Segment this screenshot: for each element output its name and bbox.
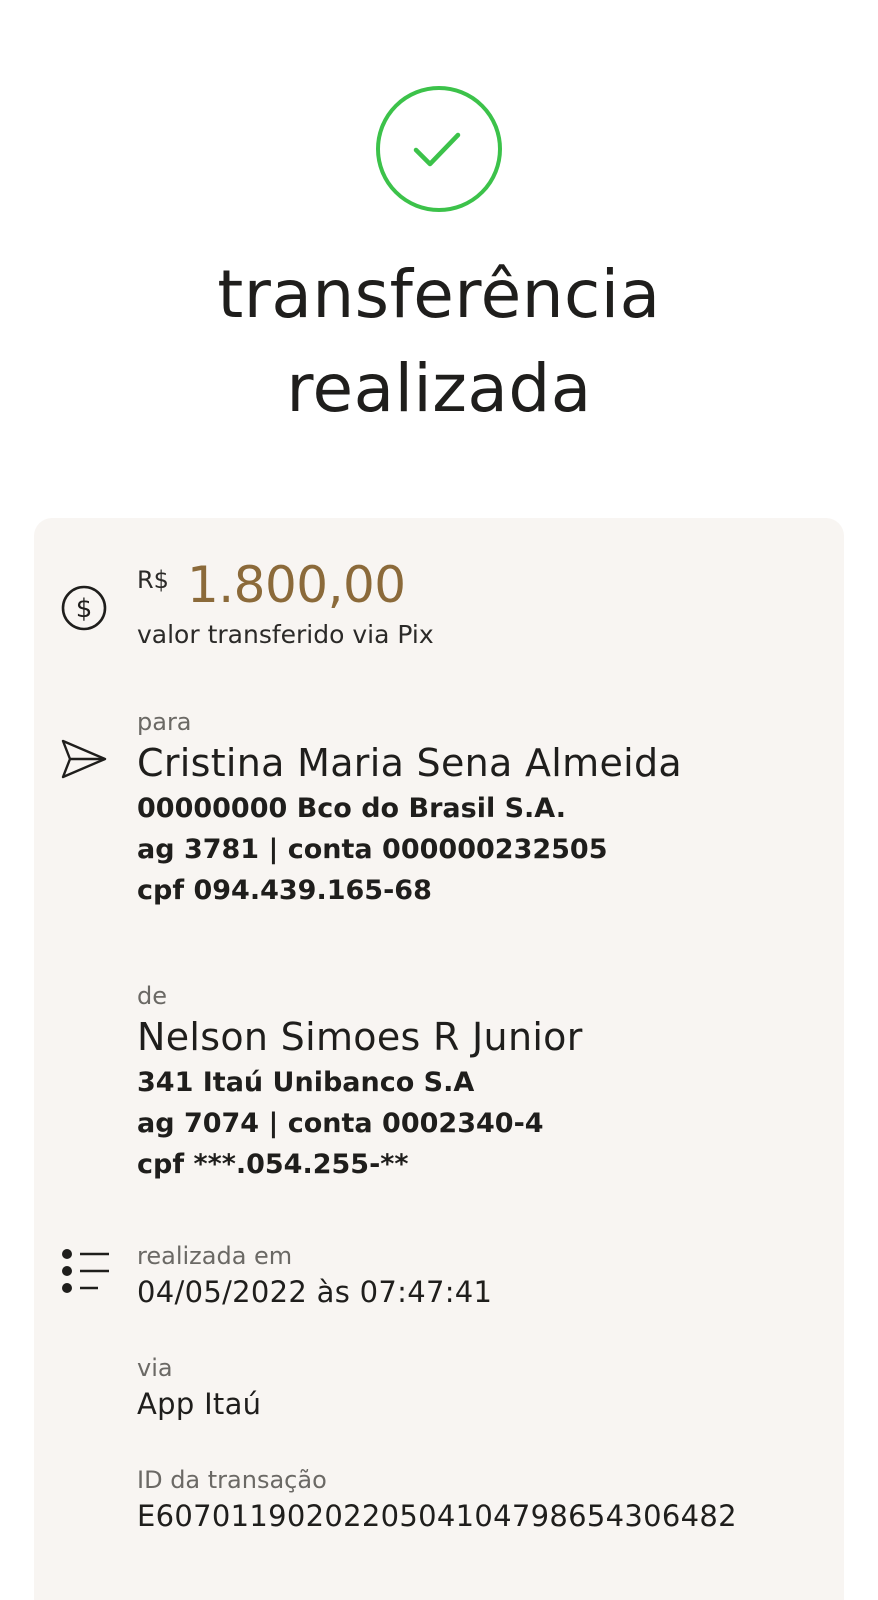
date-label: realizada em [137,1242,293,1270]
date-value: 04/05/2022 às 07:47:41 [137,1275,493,1309]
recipient-section: para Cristina Maria Sena Almeida 0000000… [137,706,682,911]
check-circle-icon [376,86,502,212]
sender-name: Nelson Simoes R Junior [137,1015,583,1059]
via-section: via App Itaú [137,1352,261,1424]
transaction-id-label: ID da transação [137,1466,327,1494]
sender-label: de [137,982,167,1010]
recipient-label: para [137,708,192,736]
sender-account: ag 7074 | conta 0002340-4 [137,1108,544,1139]
amount-caption: valor transferido via Pix [137,620,434,649]
transaction-id-value[interactable]: E60701190202205041047986543064​82 [137,1496,737,1536]
svg-text:$: $ [76,594,93,624]
dollar-circle-icon: $ [61,585,107,631]
date-section: realizada em 04/05/2022 às 07:47:41 [137,1240,492,1312]
recipient-name: Cristina Maria Sena Almeida [137,741,682,785]
send-icon [61,739,107,779]
recipient-cpf: cpf 094.439.165-68 [137,875,432,906]
amount-row: R$ 1.800,00 [137,556,406,622]
title-line-2: realizada [286,350,592,427]
via-value: App Itaú [137,1387,262,1421]
sender-section: de Nelson Simoes R Junior 341 Itaú Uniba… [137,980,583,1185]
list-icon [62,1249,109,1293]
currency-symbol: R$ [137,566,169,594]
sender-bank: 341 Itaú Unibanco S.A [137,1067,475,1098]
amount-value: 1.800,00 [186,556,406,614]
recipient-bank: 00000000 Bco do Brasil S.A. [137,793,566,824]
transaction-id-section: ID da transação E60701190202205041047986… [137,1464,737,1536]
sender-cpf: cpf ***.054.255-** [137,1149,409,1180]
recipient-account: ag 3781 | conta 000000232505 [137,834,608,865]
page-title: transferência realizada [0,248,878,436]
title-line-1: transferência [217,256,661,333]
via-label: via [137,1354,173,1382]
